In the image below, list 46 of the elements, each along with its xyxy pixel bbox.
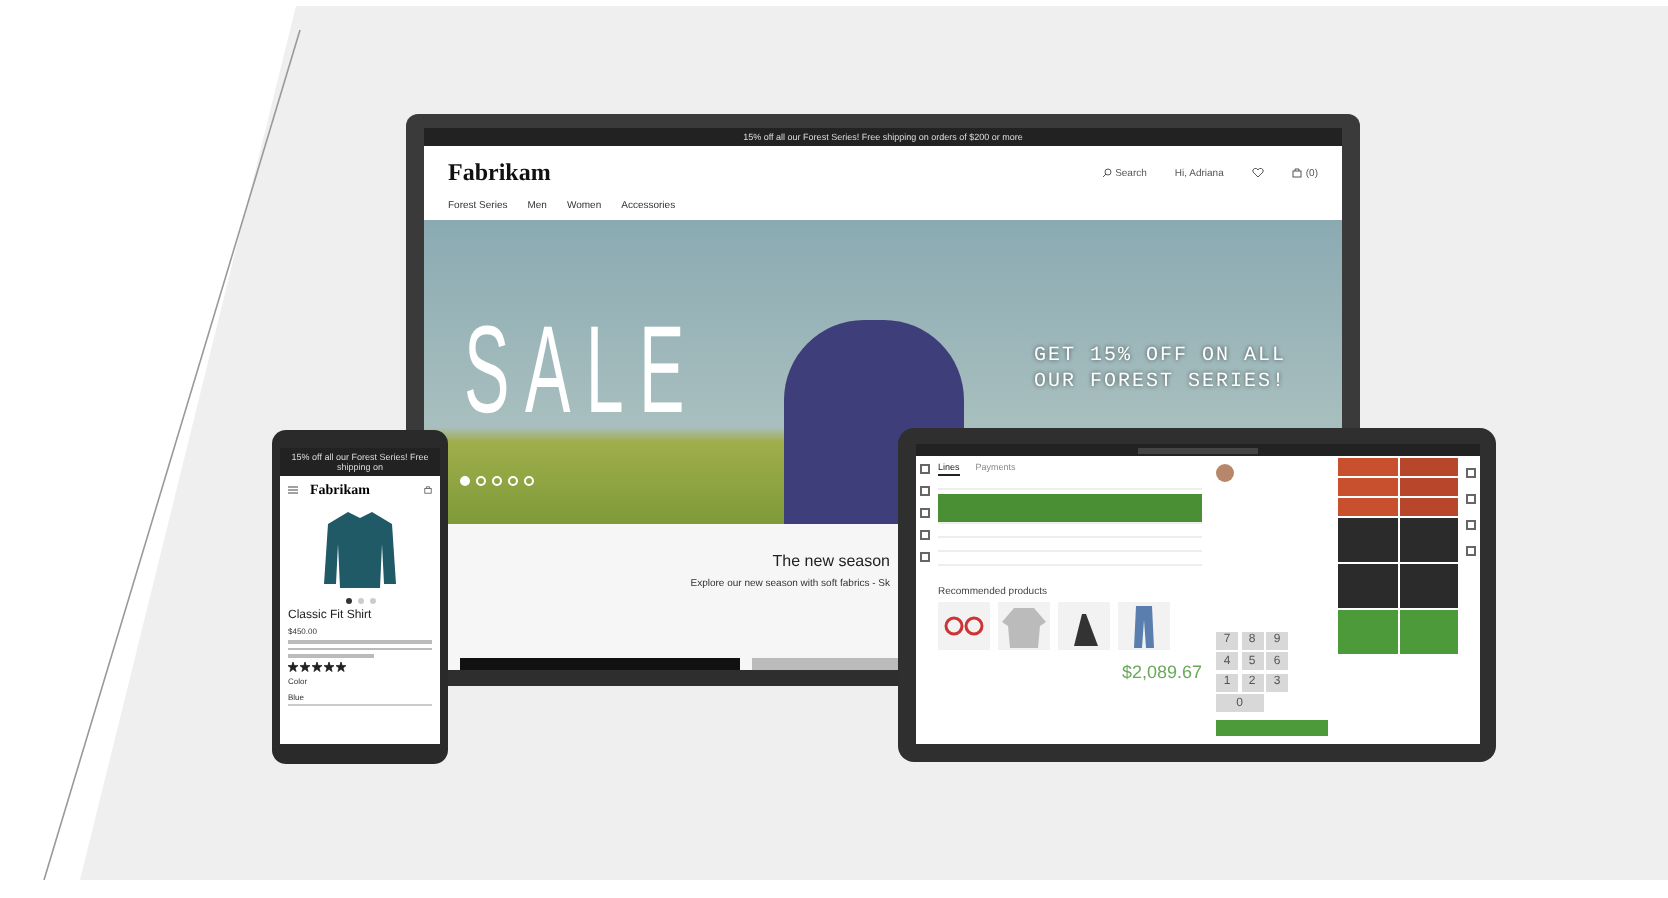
sale-title: SALE bbox=[464, 300, 700, 442]
action-tile[interactable] bbox=[1399, 498, 1458, 516]
action-tile[interactable] bbox=[1399, 564, 1458, 608]
sweater-drawing bbox=[998, 602, 1050, 650]
carousel-dot[interactable] bbox=[357, 598, 363, 604]
shirt-drawing bbox=[320, 508, 400, 588]
carousel-dot[interactable] bbox=[369, 598, 375, 604]
carousel-dot[interactable] bbox=[345, 598, 351, 604]
bag-icon[interactable] bbox=[424, 486, 432, 494]
action-tile[interactable] bbox=[1338, 478, 1397, 496]
side-icon[interactable] bbox=[1465, 468, 1475, 478]
side-icon[interactable] bbox=[1465, 494, 1475, 504]
search-field[interactable] bbox=[1138, 447, 1258, 453]
action-tile[interactable] bbox=[1338, 458, 1397, 476]
action-tile[interactable] bbox=[1338, 610, 1397, 654]
side-icon[interactable] bbox=[1465, 520, 1475, 530]
enter-button[interactable] bbox=[1216, 720, 1328, 736]
total-amount: $2,089.67 bbox=[1121, 662, 1202, 682]
jeans-drawing bbox=[1118, 602, 1170, 650]
carousel-dot[interactable] bbox=[460, 476, 470, 486]
brand-logo: Fabrikam bbox=[448, 158, 551, 188]
carousel-dot[interactable] bbox=[476, 476, 486, 486]
nav-icon[interactable] bbox=[919, 530, 929, 540]
action-tile[interactable] bbox=[1338, 564, 1397, 608]
offer-text: GET 15% OFF ON ALL OUR FOREST SERIES! bbox=[1034, 344, 1289, 396]
action-tile[interactable] bbox=[1338, 498, 1397, 516]
action-tile[interactable] bbox=[1399, 610, 1458, 654]
action-tile[interactable] bbox=[1399, 478, 1458, 496]
action-tile[interactable] bbox=[1399, 458, 1458, 476]
nav-icon[interactable] bbox=[919, 508, 929, 518]
nav-icon[interactable] bbox=[919, 552, 929, 562]
section-heading: The new season bbox=[772, 552, 890, 570]
carousel-dot[interactable] bbox=[508, 476, 518, 486]
side-icon[interactable] bbox=[1465, 546, 1475, 556]
action-tile[interactable] bbox=[1338, 518, 1397, 562]
menu-icon[interactable] bbox=[288, 486, 298, 494]
avatar bbox=[1216, 464, 1234, 482]
nav-icon[interactable] bbox=[919, 464, 929, 474]
action-tile[interactable] bbox=[1399, 518, 1458, 562]
carousel-dot[interactable] bbox=[524, 476, 534, 486]
glasses-drawing bbox=[938, 602, 990, 650]
heart-icon[interactable] bbox=[1251, 168, 1264, 178]
nav-icon[interactable] bbox=[919, 486, 929, 496]
bag-icon bbox=[1291, 168, 1302, 178]
carousel-dot[interactable] bbox=[492, 476, 502, 486]
search-icon bbox=[1101, 168, 1112, 178]
